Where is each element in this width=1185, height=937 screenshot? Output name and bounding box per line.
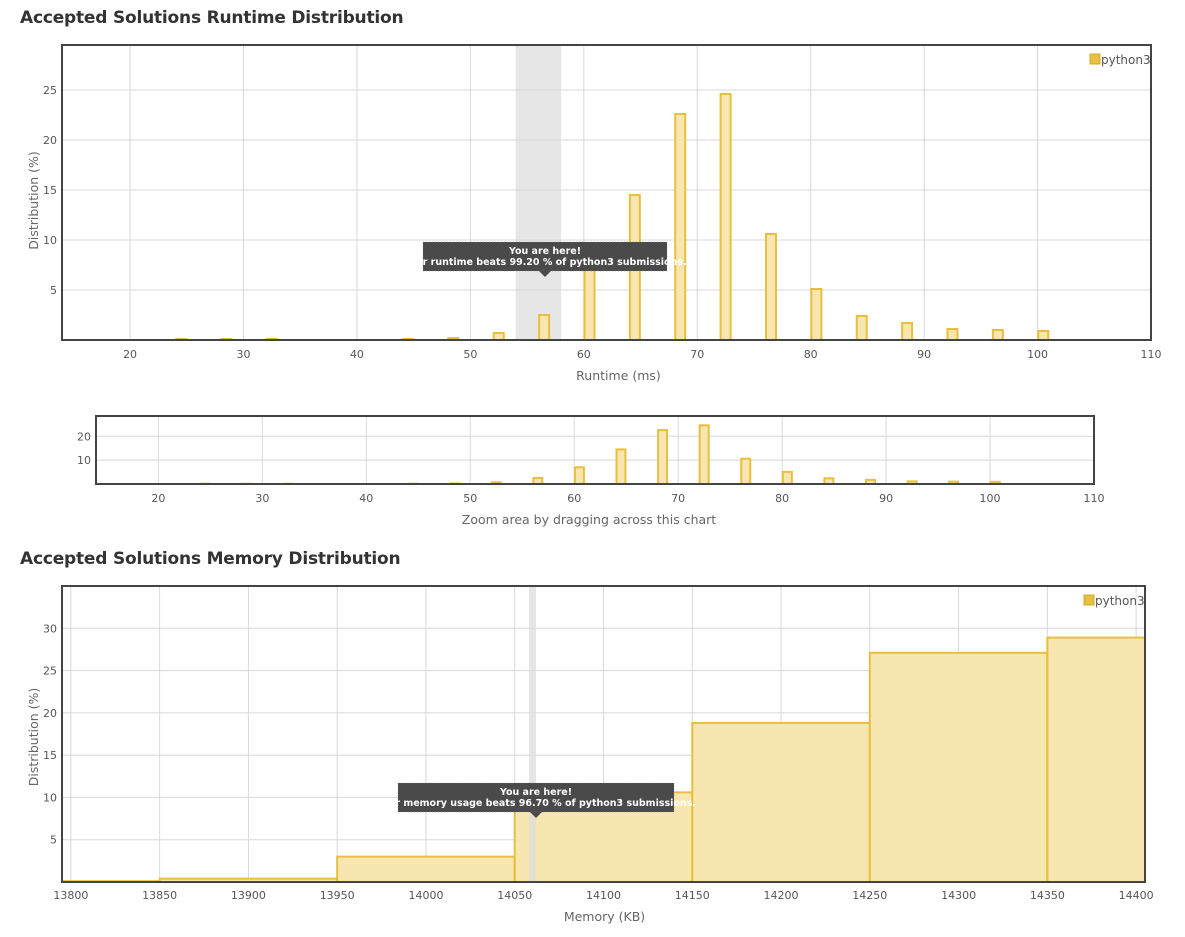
x-tick-label: 13800 xyxy=(53,889,88,902)
memory-chart[interactable]: 13800 13850 13900 13950 14000 14050 14100 14150… xyxy=(0,0,1185,937)
x-tick-label: 14100 xyxy=(586,889,621,902)
x-tick-label: 14200 xyxy=(764,889,799,902)
x-tick-label: 13850 xyxy=(142,889,177,902)
memory-bar[interactable] xyxy=(691,722,871,884)
your-memory-highlight xyxy=(528,586,537,882)
tooltip-line1: You are here! xyxy=(499,787,572,798)
x-axis-label: Memory (KB) xyxy=(564,909,645,924)
x-tick-label: 14400 xyxy=(1119,889,1154,902)
memory-bar[interactable] xyxy=(1046,636,1146,883)
x-tick-label: 14000 xyxy=(408,889,443,902)
y-tick-label: 10 xyxy=(43,791,57,804)
x-tick-label: 14050 xyxy=(497,889,532,902)
x-tick-label: 13900 xyxy=(231,889,266,902)
y-axis-label: Distribution (%) xyxy=(26,688,41,787)
x-tick-label: 14150 xyxy=(675,889,710,902)
x-tick-label: 14350 xyxy=(1030,889,1065,902)
y-tick-label: 25 xyxy=(43,665,57,678)
x-tick-label: 14300 xyxy=(941,889,976,902)
y-tick-label: 20 xyxy=(43,707,57,720)
memory-bar[interactable] xyxy=(336,855,516,884)
legend-label: python3 xyxy=(1095,594,1145,608)
y-tick-label: 5 xyxy=(50,834,57,847)
x-tick-label: 14250 xyxy=(852,889,887,902)
tooltip-line2: Your memory usage beats 96.70 % of pytho… xyxy=(375,798,696,809)
y-tick-label: 15 xyxy=(43,749,57,762)
memory-bar[interactable] xyxy=(868,651,1049,883)
legend-swatch[interactable] xyxy=(1083,594,1095,606)
x-tick-label: 13950 xyxy=(320,889,355,902)
y-tick-label: 30 xyxy=(43,622,57,635)
